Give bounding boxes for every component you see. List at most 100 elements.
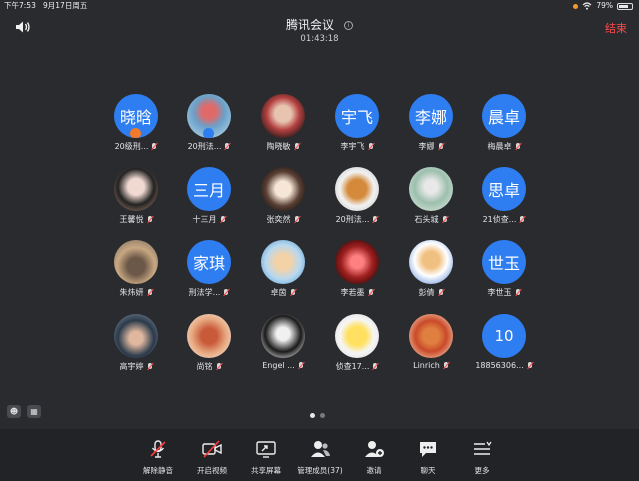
participant-tile[interactable]: 李若墨 [322, 240, 392, 298]
participant-tile[interactable]: 李娜 李娜 [396, 94, 466, 152]
participant-tile[interactable]: 宇飞 李宇飞 [322, 94, 392, 152]
participant-label: 李世玉 [469, 287, 539, 298]
side-controls: ☻ ▦ [7, 405, 41, 418]
emoji-icon[interactable]: ☻ [7, 405, 21, 418]
participant-avatar-photo [261, 167, 305, 211]
participant-tile[interactable]: 彭倩 [396, 240, 466, 298]
participant-avatar-photo [114, 314, 158, 358]
video-off-icon [201, 439, 223, 459]
participant-tile[interactable]: 石头城 [396, 167, 466, 225]
participant-tile[interactable]: 朱炜妍 [101, 240, 171, 298]
participant-name: 卓茵 [270, 288, 287, 297]
participant-avatar-photo [114, 240, 158, 284]
participant-label: 18856306... [469, 361, 539, 370]
chat-button[interactable]: 聊天 [400, 439, 456, 476]
muted-mic-icon [147, 288, 153, 297]
participant-label: 21侦查... [469, 214, 539, 225]
more-button[interactable]: 更多 [454, 439, 510, 476]
participant-tile[interactable]: Engel ... [248, 314, 318, 370]
end-meeting-button[interactable]: 结束 [605, 20, 627, 36]
page-indicator [310, 413, 325, 418]
participant-tile[interactable]: 思卓 21侦查... [469, 167, 539, 225]
avatar-initials: 家琪 [192, 254, 225, 273]
muted-mic-icon [294, 215, 300, 224]
participant-tile[interactable]: 卓茵 [248, 240, 318, 298]
caption-icon[interactable]: ▦ [27, 405, 41, 418]
participant-tile[interactable]: 晨卓 梅晨卓 [469, 94, 539, 152]
participant-avatar-initials: 世玉 [482, 240, 526, 284]
participant-label: 彭倩 [396, 287, 466, 298]
participant-tile[interactable]: 三月 十三月 [174, 167, 244, 225]
meeting-timer: 01:43:18 [300, 34, 339, 44]
muted-mic-icon [223, 288, 229, 297]
share-screen-button[interactable]: 共享屏幕 [238, 439, 294, 476]
participant-name: 高宇婷 [119, 362, 144, 371]
participant-tile[interactable]: 尚铭 [174, 314, 244, 372]
muted-mic-icon [224, 142, 230, 151]
unmute-button[interactable]: 解除静音 [130, 439, 186, 476]
participant-avatar-photo [409, 314, 453, 358]
avatar-initials: 晨卓 [487, 108, 520, 127]
participant-label: 20级刑... [101, 141, 171, 152]
participant-tile[interactable]: 世玉 李世玉 [469, 240, 539, 298]
participant-label: 卓茵 [248, 287, 318, 298]
participant-label: 20刑法... [174, 141, 244, 152]
participant-name: 王馨悦 [119, 215, 144, 224]
participant-name: 李若墨 [340, 288, 365, 297]
participant-tile[interactable]: 20刑法... [322, 167, 392, 225]
status-left: 下午7:53 9月17日周五 [4, 0, 87, 12]
participant-tile[interactable]: 家琪刑法学... [174, 240, 244, 298]
muted-mic-icon [515, 288, 521, 297]
participant-name: 18856306... [475, 361, 524, 370]
status-bar: 下午7:53 9月17日周五 79% [0, 0, 639, 12]
participant-name: Linrich [413, 361, 440, 370]
page-dot[interactable] [320, 413, 325, 418]
status-right: 79% [573, 0, 633, 12]
participant-name: 21侦查... [482, 215, 517, 224]
participant-tile[interactable]: 晓晗 20级刑... [101, 94, 171, 152]
chat-icon [417, 439, 439, 459]
chat-label: 聊天 [420, 466, 436, 475]
muted-mic-icon [527, 361, 533, 370]
participant-avatar-photo [261, 240, 305, 284]
avatar-initials: 10 [494, 327, 514, 345]
host-badge-icon [130, 128, 141, 138]
participant-tile[interactable]: 20刑法... [174, 94, 244, 152]
muted-mic-icon [216, 362, 222, 371]
muted-mic-icon [290, 288, 296, 297]
participant-tile[interactable]: 张奕然 [248, 167, 318, 225]
add-user-icon [363, 439, 385, 459]
invite-button[interactable]: 邀请 [346, 439, 402, 476]
participant-tile[interactable]: 陶晓敏 [248, 94, 318, 152]
participant-name: 张奕然 [266, 215, 291, 224]
muted-mic-icon [147, 439, 169, 459]
info-icon[interactable]: i [344, 21, 354, 30]
page-dot-active[interactable] [310, 413, 315, 418]
participant-label: 刑法学... [174, 287, 244, 298]
muted-mic-icon [372, 215, 378, 224]
participant-tile[interactable]: Linrich [396, 314, 466, 370]
start-video-button[interactable]: 开启视频 [184, 439, 240, 476]
muted-mic-icon [438, 142, 444, 151]
participant-avatar-initials: 晨卓 [482, 94, 526, 138]
participant-tile[interactable]: 高宇婷 [101, 314, 171, 372]
participant-label: 李若墨 [322, 287, 392, 298]
muted-mic-icon [519, 215, 525, 224]
participant-tile[interactable]: 侦查17... [322, 314, 392, 372]
muted-mic-icon [368, 288, 374, 297]
muted-mic-icon [298, 361, 304, 370]
participant-label: 石头城 [396, 214, 466, 225]
mic-in-use-indicator-icon [573, 3, 579, 9]
participant-label: 十三月 [174, 214, 244, 225]
avatar-initials: 晓晗 [119, 108, 152, 127]
invite-label: 邀请 [366, 466, 382, 475]
muted-mic-icon [368, 142, 374, 151]
participant-label: 高宇婷 [101, 361, 171, 372]
participant-label: 李宇飞 [322, 141, 392, 152]
participant-label: 尚铭 [174, 361, 244, 372]
participant-tile[interactable]: 10 18856306... [469, 314, 539, 370]
manage-members-button[interactable]: 管理成员(37) [292, 439, 348, 476]
muted-mic-icon [443, 361, 449, 370]
participant-tile[interactable]: 王馨悦 [101, 167, 171, 225]
participant-avatar-initials: 晓晗 [114, 94, 158, 138]
